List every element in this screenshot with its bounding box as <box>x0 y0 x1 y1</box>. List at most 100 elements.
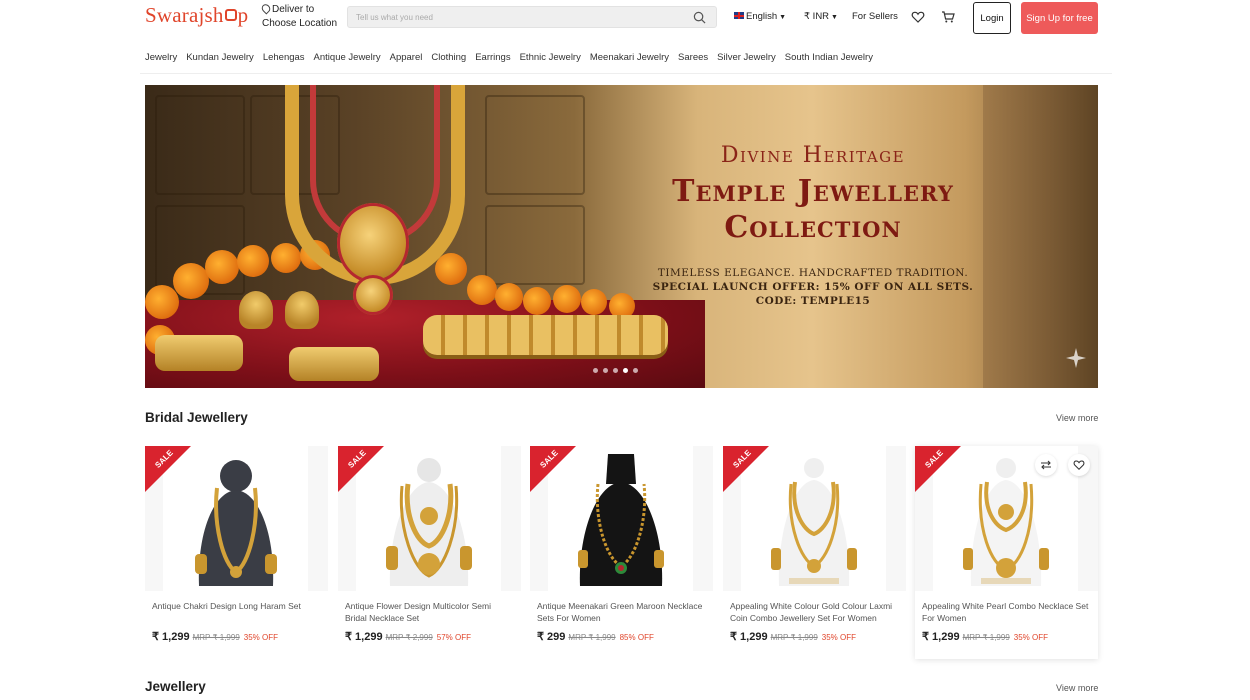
product-price: ₹ 1,299 <box>345 631 383 643</box>
wall-carving <box>485 205 585 285</box>
price-row: ₹ 1,299 MRP ₹ 1,999 35% OFF <box>730 630 856 643</box>
marigold-flower <box>495 283 523 311</box>
view-more-bridal-link[interactable]: View more <box>1056 413 1098 423</box>
product-name[interactable]: Appealing White Pearl Combo Necklace Set… <box>922 600 1092 624</box>
top-header: Swarajshp Deliver to Choose Location Eng… <box>0 0 1250 36</box>
hero-title-line1: Temple Jewellery <box>672 174 954 209</box>
product-image[interactable]: SALE <box>530 446 713 591</box>
product-price: ₹ 1,299 <box>730 631 768 643</box>
marigold-flower <box>467 275 497 305</box>
carousel-dot[interactable] <box>633 368 638 373</box>
product-discount: 35% OFF <box>821 633 857 642</box>
wall-carving <box>155 95 245 195</box>
product-card[interactable]: SALE Appealing White Colour Gold Colour … <box>723 446 906 659</box>
product-mrp: MRP ₹ 1,999 <box>770 633 818 642</box>
marigold-flower <box>271 243 301 273</box>
section-title-jewellery: Jewellery <box>145 679 206 694</box>
product-name[interactable]: Appealing White Colour Gold Colour Laxmi… <box>730 600 900 624</box>
search-input[interactable] <box>356 10 676 25</box>
product-name[interactable]: Antique Meenakari Green Maroon Necklace … <box>537 600 707 624</box>
sparkle-icon <box>1066 348 1086 368</box>
carousel-dot[interactable] <box>613 368 618 373</box>
necklace-display-bust <box>578 454 664 586</box>
gold-armlet <box>155 335 243 371</box>
category-kundan-jewelry[interactable]: Kundan Jewelry <box>186 52 254 66</box>
category-ethnic-jewelry[interactable]: Ethnic Jewelry <box>520 52 581 66</box>
marigold-flower <box>173 263 209 299</box>
view-more-jewellery-link[interactable]: View more <box>1056 683 1098 693</box>
uk-flag-icon <box>734 12 744 19</box>
cart-icon[interactable] <box>941 10 955 24</box>
category-earrings[interactable]: Earrings <box>475 52 510 66</box>
gold-armlet <box>289 347 379 381</box>
product-mrp: MRP ₹ 1,999 <box>568 633 616 642</box>
wishlist-heart-icon[interactable] <box>911 10 925 24</box>
product-image[interactable]: SALE <box>723 446 906 591</box>
category-meenakari-jewelry[interactable]: Meenakari Jewelry <box>590 52 669 66</box>
add-to-wishlist-button[interactable] <box>1068 454 1090 476</box>
product-price: ₹ 1,299 <box>922 631 960 643</box>
category-clothing[interactable]: Clothing <box>431 52 466 66</box>
compare-arrows-icon <box>1041 460 1051 470</box>
search-bar <box>347 6 717 28</box>
category-antique-jewelry[interactable]: Antique Jewelry <box>314 52 381 66</box>
marigold-flower <box>553 285 581 313</box>
login-button[interactable]: Login <box>973 2 1011 34</box>
location-pin-icon <box>259 2 273 15</box>
product-discount: 35% OFF <box>1013 633 1049 642</box>
product-card[interactable]: SALE Antique Meenakari Green Maroon Neck… <box>530 446 713 659</box>
carousel-dot-active[interactable] <box>623 368 628 373</box>
product-card[interactable]: SALE Antique Chakri Design Long Haram Se… <box>145 446 328 659</box>
product-image[interactable]: SALE <box>145 446 328 591</box>
compare-button[interactable] <box>1035 454 1057 476</box>
deliver-label: Deliver to <box>272 4 315 15</box>
search-icon[interactable] <box>693 11 706 24</box>
category-nav: Jewelry Kundan Jewelry Lehengas Antique … <box>145 52 882 66</box>
deliver-location[interactable]: Deliver to Choose Location <box>259 2 338 31</box>
product-card[interactable]: SALE Antique Flower Design Multicolor Se… <box>338 446 521 659</box>
sale-ribbon-icon: SALE <box>915 446 961 492</box>
product-price: ₹ 1,299 <box>152 631 190 643</box>
product-mrp: MRP ₹ 1,999 <box>962 633 1010 642</box>
marigold-flower <box>435 253 467 285</box>
heart-icon <box>1073 460 1085 471</box>
product-name[interactable]: Antique Flower Design Multicolor Semi Br… <box>345 600 515 624</box>
marigold-flower <box>145 285 179 319</box>
product-discount: 85% OFF <box>619 633 654 642</box>
language-selector[interactable]: English ▼ <box>734 11 786 22</box>
shopping-bag-icon <box>224 9 237 22</box>
gold-waist-belt <box>423 315 668 355</box>
currency-selector[interactable]: ₹ INR ▼ <box>804 11 838 22</box>
product-discount: 35% OFF <box>243 633 279 642</box>
hero-banner[interactable]: Divine Heritage Temple Jewellery Collect… <box>145 85 1098 388</box>
necklace-display-bust <box>386 458 472 586</box>
category-lehengas[interactable]: Lehengas <box>263 52 305 66</box>
jhumka-earring <box>285 291 319 329</box>
language-label: English <box>746 11 778 22</box>
header-divider <box>140 73 1112 74</box>
price-row: ₹ 1,299 MRP ₹ 1,999 35% OFF <box>922 630 1048 643</box>
product-image[interactable]: SALE <box>338 446 521 591</box>
signup-button[interactable]: Sign Up for free <box>1021 2 1098 34</box>
hero-subtitle: TIMELESS ELEGANCE. HANDCRAFTED TRADITION… <box>657 267 969 279</box>
carousel-dot[interactable] <box>603 368 608 373</box>
category-silver-jewelry[interactable]: Silver Jewelry <box>717 52 776 66</box>
site-logo[interactable]: Swarajsh p <box>145 3 248 28</box>
category-sarees[interactable]: Sarees <box>678 52 708 66</box>
wall-carving <box>485 95 585 195</box>
necklace-display-bust <box>771 458 857 586</box>
product-mrp: MRP ₹ 1,999 <box>192 633 240 642</box>
currency-label: ₹ INR <box>804 11 830 22</box>
price-row: ₹ 1,299 MRP ₹ 1,999 35% OFF <box>152 630 278 643</box>
category-south-indian-jewelry[interactable]: South Indian Jewelry <box>785 52 873 66</box>
category-apparel[interactable]: Apparel <box>390 52 423 66</box>
category-jewelry[interactable]: Jewelry <box>145 52 177 66</box>
product-card[interactable]: SALE Appealing White Pearl Combo Necklac… <box>915 446 1098 659</box>
product-name[interactable]: Antique Chakri Design Long Haram Set <box>152 600 322 612</box>
product-discount: 57% OFF <box>436 633 472 642</box>
carousel-dot[interactable] <box>593 368 598 373</box>
price-row: ₹ 1,299 MRP ₹ 2,999 57% OFF <box>345 630 471 643</box>
choose-location-label: Choose Location <box>262 18 338 29</box>
hero-kicker: Divine Heritage <box>720 143 906 168</box>
for-sellers-link[interactable]: For Sellers <box>852 11 898 22</box>
